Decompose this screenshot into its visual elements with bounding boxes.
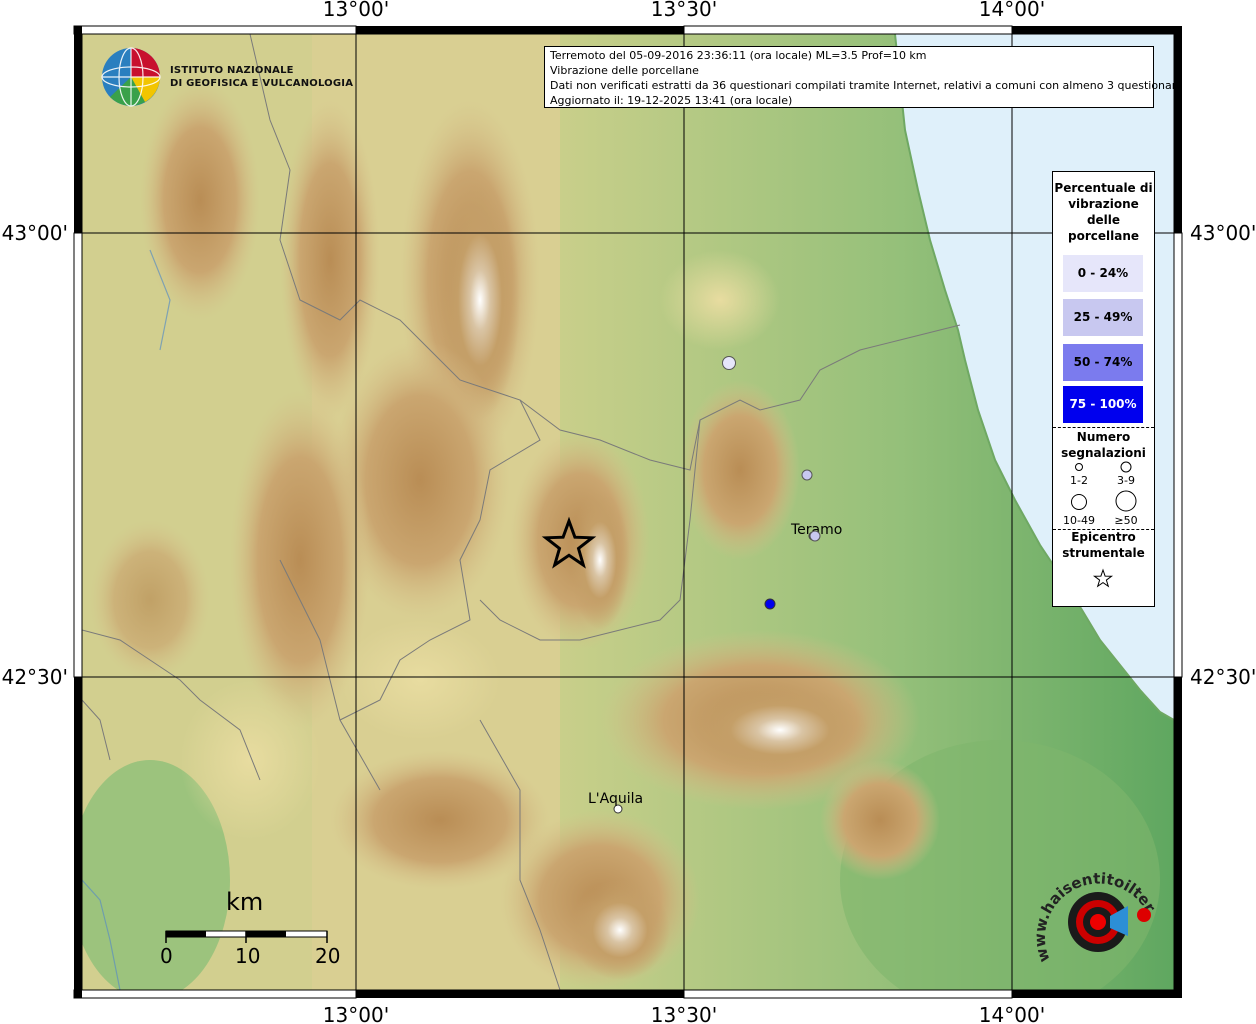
legend-swatch-25-49: 25 - 49% <box>1063 299 1143 336</box>
legend-count-title: Numero segnalazioni <box>1061 430 1146 460</box>
lon-label-bottom-1: 13°00' <box>323 1003 389 1024</box>
observation-marker[interactable] <box>722 356 736 370</box>
observation-marker[interactable] <box>801 469 813 481</box>
legend-count-3-9: 3-9 <box>1117 474 1135 487</box>
info-box: Terremoto del 05-09-2016 23:36:11 (ora l… <box>544 46 1183 108</box>
relief <box>82 34 1174 990</box>
info-line-event: Terremoto del 05-09-2016 23:36:11 (ora l… <box>550 49 927 62</box>
ingv-name: ISTITUTO NAZIONALE DI GEOFISICA E VULCAN… <box>170 64 353 90</box>
legend-swatch-50-74: 50 - 74% <box>1063 344 1143 381</box>
scale-tick-10: 10 <box>235 944 261 968</box>
lat-label-left-2: 42°30' <box>2 665 68 689</box>
legend-swatch-75-100: 75 - 100% <box>1063 386 1143 423</box>
lon-label-bottom-3: 14°00' <box>979 1003 1045 1024</box>
lat-label-left-1: 43°00' <box>2 221 68 245</box>
info-line-type: Vibrazione delle porcellane <box>550 64 699 77</box>
legend-count-symbols <box>1071 461 1137 512</box>
legend-count-1-2: 1-2 <box>1070 474 1088 487</box>
legend-count-10-49: 10-49 <box>1063 514 1095 527</box>
legend-divider <box>1053 427 1154 428</box>
scale-tick-20: 20 <box>315 944 341 968</box>
ingv-name-line1: ISTITUTO NAZIONALE <box>170 65 294 76</box>
lon-label-top-2: 13°30' <box>651 0 717 21</box>
lon-label-top-1: 13°00' <box>323 0 389 21</box>
legend: Percentuale di vibrazione delle porcella… <box>1052 171 1155 607</box>
ingv-name-line2: DI GEOFISICA E VULCANOLOGIA <box>170 78 354 89</box>
observation-marker[interactable] <box>809 530 821 542</box>
legend-pct-title: Percentuale di vibrazione delle porcella… <box>1054 181 1153 243</box>
legend-swatch-0-24: 0 - 24% <box>1063 255 1143 292</box>
haisentito-logo[interactable]: www.haisentitoilterremoto.it <box>1036 870 1162 980</box>
info-line-data: Dati non verificati estratti da 36 quest… <box>550 79 1183 92</box>
legend-epicenter-title: Epicentro strumentale <box>1062 530 1145 560</box>
info-line-updated: Aggiornato il: 19-12-2025 13:41 (ora loc… <box>550 94 793 107</box>
city-label-laquila: L'Aquila <box>588 791 643 807</box>
lat-label-right-2: 42°30' <box>1190 665 1256 689</box>
observation-marker[interactable] <box>764 598 776 610</box>
legend-count-50-plus: ≥50 <box>1114 514 1138 527</box>
legend-star-icon <box>1092 568 1114 588</box>
scale-title: km <box>226 888 264 916</box>
lat-label-right-1: 43°00' <box>1190 221 1256 245</box>
scale-tick-0: 0 <box>160 944 173 968</box>
lon-label-top-3: 14°00' <box>979 0 1045 21</box>
lon-label-bottom-2: 13°30' <box>651 1003 717 1024</box>
